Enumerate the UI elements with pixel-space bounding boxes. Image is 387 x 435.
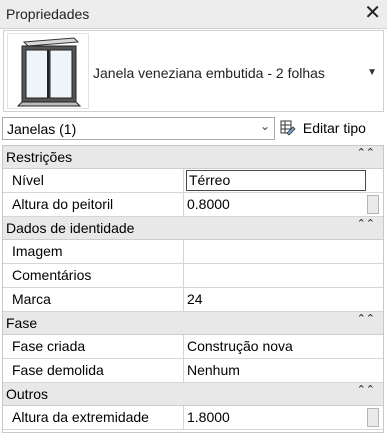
property-row-altura-peitoril[interactable]: Altura do peitoril 0.8000 <box>3 193 383 217</box>
dropdown-arrow-icon[interactable]: ▼ <box>367 67 377 78</box>
property-row-altura-extremidade[interactable]: Altura da extremidade 1.8000 <box>3 406 383 430</box>
property-name: Imagem <box>3 240 184 263</box>
group-header-fase[interactable]: Fase ⌃⌃ <box>3 312 383 335</box>
instance-row: Janelas (1) ⌄ Editar tipo <box>0 116 387 142</box>
property-name: Altura da extremidade <box>3 406 184 429</box>
value-expand-button[interactable] <box>367 408 379 427</box>
group-name: Restrições <box>6 149 73 165</box>
property-row-marca[interactable]: Marca 24 <box>3 288 383 312</box>
chevron-down-icon: ⌄ <box>259 119 270 133</box>
group-header-restricoes[interactable]: Restrições ⌃⌃ <box>3 146 383 169</box>
group-name: Outros <box>6 386 49 402</box>
type-selector[interactable]: Janela veneziana embutida - 2 folhas ▼ <box>3 30 384 112</box>
instance-filter-value: Janelas (1) <box>7 121 77 137</box>
window-thumbnail-icon <box>7 33 89 109</box>
group-header-outros[interactable]: Outros ⌃⌃ <box>3 383 383 406</box>
group-header-dados-identidade[interactable]: Dados de identidade ⌃⌃ <box>3 217 383 240</box>
edit-type-button[interactable]: Editar tipo <box>280 119 366 139</box>
property-name: Fase criada <box>3 335 184 358</box>
edit-type-icon <box>280 120 296 136</box>
collapse-group-icon[interactable]: ⌃⌃ <box>357 383 375 396</box>
property-name: Nível <box>3 169 184 192</box>
type-name: Janela veneziana embutida - 2 folhas <box>93 65 325 81</box>
group-name: Fase <box>6 315 38 331</box>
properties-grid: Restrições ⌃⌃ Nível Térreo Altura do pei… <box>2 145 384 433</box>
property-value[interactable]: 0.8000 <box>187 193 230 216</box>
group-name: Dados de identidade <box>6 220 135 236</box>
collapse-group-icon[interactable]: ⌃⌃ <box>357 217 375 230</box>
property-row-imagem[interactable]: Imagem <box>3 240 383 264</box>
properties-title-bar: Propriedades ✕ <box>0 0 387 29</box>
property-row-fase-criada[interactable]: Fase criada Construção nova <box>3 335 383 359</box>
property-row-fase-demolida[interactable]: Fase demolida Nenhum <box>3 359 383 383</box>
property-value-input[interactable]: Térreo <box>186 170 366 191</box>
value-expand-button[interactable] <box>367 195 379 214</box>
property-value[interactable]: 24 <box>187 288 203 311</box>
property-name: Marca <box>3 288 184 311</box>
property-value[interactable]: Nenhum <box>187 359 240 382</box>
property-name: Altura do peitoril <box>3 193 184 216</box>
panel-title: Propriedades <box>6 6 90 22</box>
close-icon[interactable]: ✕ <box>364 2 381 24</box>
property-name: Comentários <box>3 264 184 287</box>
instance-filter-dropdown[interactable]: Janelas (1) ⌄ <box>2 117 275 140</box>
property-name: Fase demolida <box>3 359 184 382</box>
property-value[interactable]: Construção nova <box>187 335 293 358</box>
property-row-nivel[interactable]: Nível Térreo <box>3 169 383 193</box>
property-row-comentarios[interactable]: Comentários <box>3 264 383 288</box>
property-value[interactable]: 1.8000 <box>187 406 230 429</box>
collapse-group-icon[interactable]: ⌃⌃ <box>357 312 375 325</box>
collapse-group-icon[interactable]: ⌃⌃ <box>357 146 375 159</box>
edit-type-label: Editar tipo <box>302 120 366 137</box>
